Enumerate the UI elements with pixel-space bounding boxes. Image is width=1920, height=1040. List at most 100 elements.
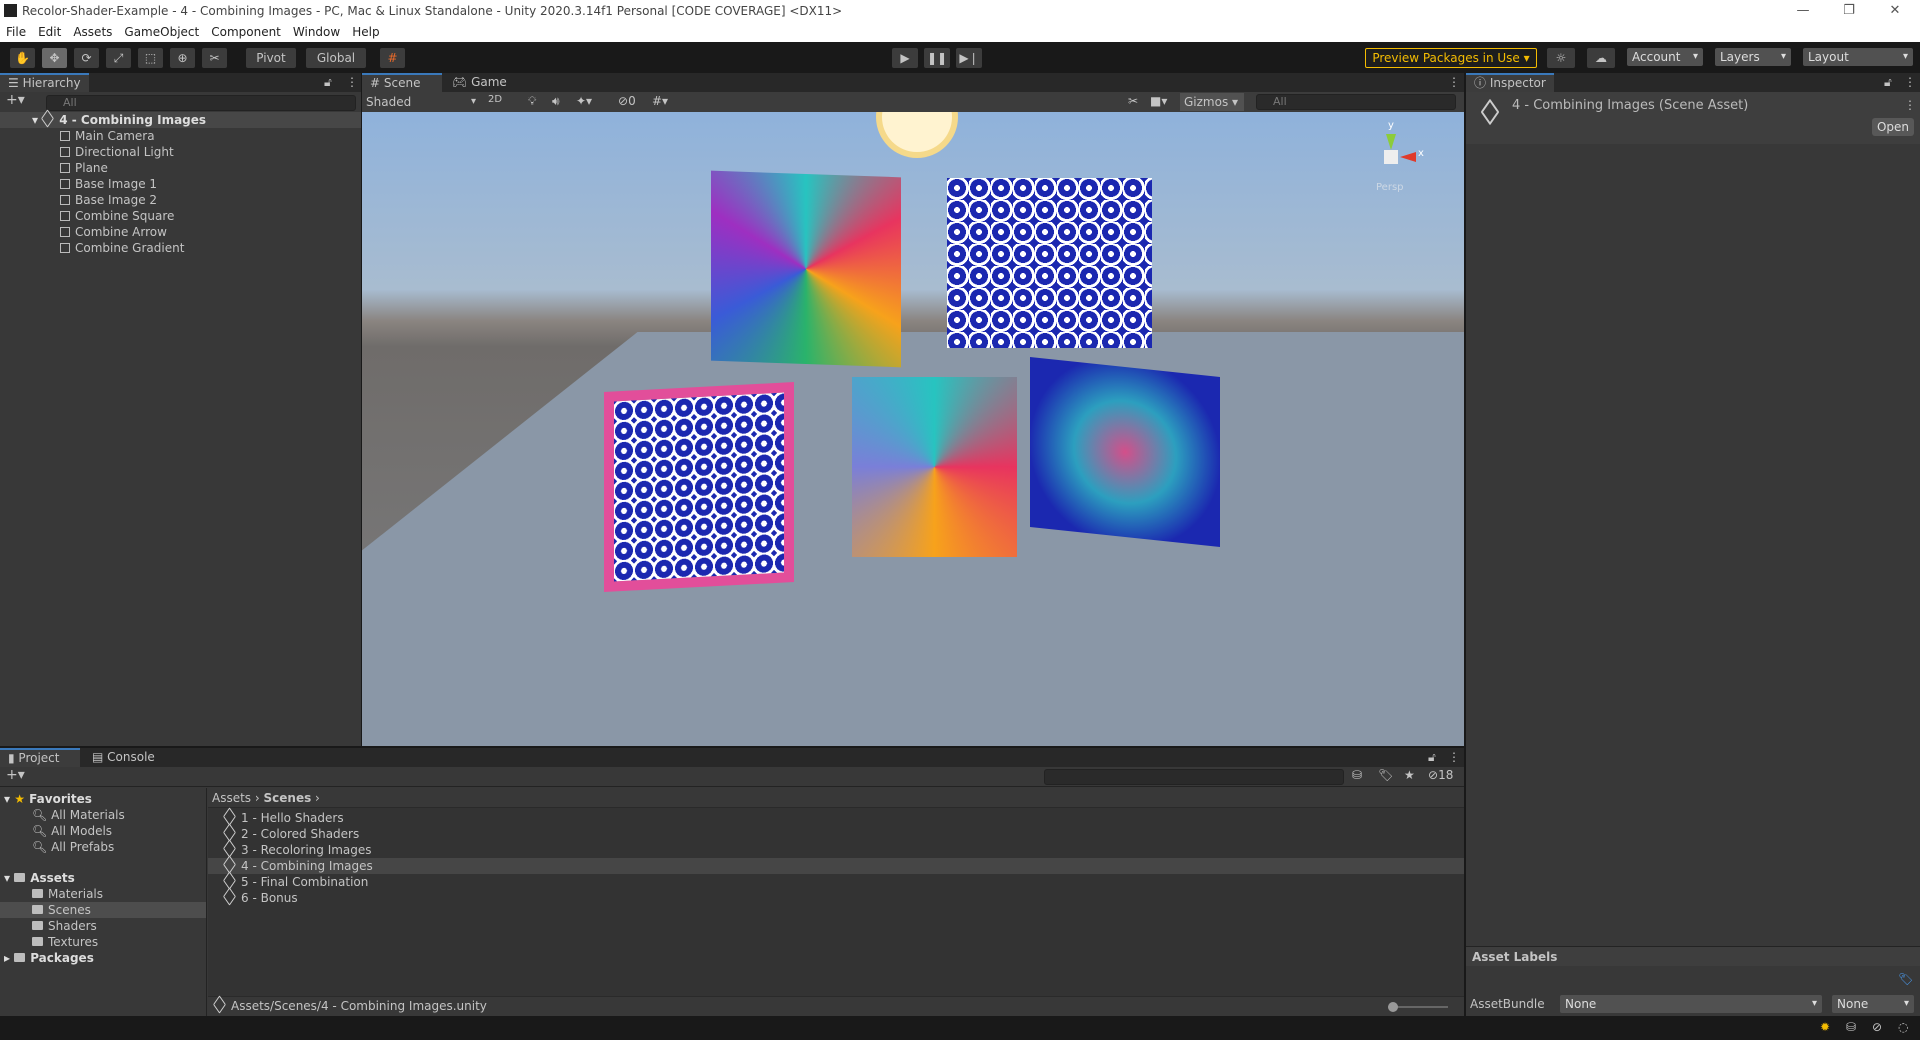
create-button[interactable]: +▾ [6,767,25,783]
assetbundle-variant-dropdown[interactable]: None [1832,995,1914,1013]
filter-type-icon[interactable]: ⛁ [1352,768,1362,782]
more-icon[interactable]: ⋮ [1904,98,1916,112]
center-handle[interactable] [1384,150,1398,164]
account-dropdown[interactable]: Account [1627,48,1703,66]
tab-inspector[interactable]: ⓘ Inspector [1466,73,1554,92]
pause-button[interactable]: ❚❚ [924,48,950,68]
file-item[interactable]: 6 - Bonus [208,887,1464,906]
hierarchy-item[interactable]: Plane [60,160,184,176]
progress-icon[interactable]: ◌ [1898,1020,1908,1034]
favorite-star-icon[interactable]: ★ [1404,768,1415,782]
bake-icon[interactable]: ✹ [1820,1020,1830,1034]
move-tool-icon[interactable]: ✥ [42,48,67,68]
2d-toggle[interactable]: 2D [488,94,502,105]
assetbundle-dropdown[interactable]: None [1560,995,1822,1013]
scene-root-row[interactable]: ▾ 4 - Combining Images [0,109,361,128]
more-icon[interactable]: ⋮ [346,75,358,89]
lock-icon[interactable]: 🔓︎ [1884,75,1892,90]
menu-component[interactable]: Component [211,22,281,42]
scale-tool-icon[interactable]: ⤢ [106,48,131,68]
preview-packages-button[interactable]: Preview Packages in Use ▾ [1365,48,1537,68]
favorite-item[interactable]: 🔍︎ All Models [32,823,112,839]
favorite-item[interactable]: 🔍︎ All Prefabs [32,839,114,855]
lock-icon[interactable]: 🔓︎ [1428,750,1436,765]
packages-folder[interactable]: ▸ Packages [4,950,94,966]
favorites-item[interactable]: ▾ ★ Favorites [4,791,92,807]
favorite-item[interactable]: 🔍︎ All Materials [32,807,125,823]
slider-handle[interactable] [1388,1002,1398,1012]
audio-toggle-icon[interactable]: 🔊︎ [552,94,560,109]
file-item[interactable]: 3 - Recoloring Images [208,839,1464,858]
services-icon[interactable]: ☼ [1547,48,1575,68]
label-tag-icon[interactable]: 🏷︎ [1898,972,1913,986]
folder-item[interactable]: Materials [32,886,103,902]
filter-label-icon[interactable]: 🏷︎ [1378,768,1393,782]
file-item-selected[interactable]: 4 - Combining Images [208,855,1464,874]
tab-game[interactable]: 🎮︎ Game [444,73,515,92]
global-button[interactable]: Global [306,48,366,68]
tab-console[interactable]: ▤ Console [84,748,163,767]
hierarchy-item[interactable]: Combine Gradient [60,240,184,256]
layers-dropdown[interactable]: Layers [1715,48,1791,66]
tab-project[interactable]: ▮ Project [0,748,80,767]
grid-dropdown-icon[interactable]: #▾ [652,94,668,108]
folder-item-selected[interactable]: Scenes [0,902,206,918]
breadcrumb-assets[interactable]: Assets [212,791,251,805]
effects-dropdown-icon[interactable]: ✦▾ [576,94,592,108]
hand-tool-icon[interactable]: ✋ [10,48,35,68]
folder-item[interactable]: Textures [32,934,98,950]
play-button[interactable]: ▶ [892,48,918,68]
debug-icon[interactable]: ⊘ [1872,1020,1882,1034]
file-item[interactable]: 2 - Colored Shaders [208,823,1464,842]
project-search-input[interactable] [1044,769,1344,785]
menu-help[interactable]: Help [352,22,379,42]
cloud-icon[interactable]: ☁ [1587,48,1615,68]
folder-item[interactable]: Shaders [32,918,97,934]
hierarchy-item[interactable]: Base Image 2 [60,192,184,208]
tools-icon[interactable]: ✂ [1128,94,1138,108]
menu-file[interactable]: File [6,22,26,42]
menu-assets[interactable]: Assets [73,22,112,42]
file-item[interactable]: 5 - Final Combination [208,871,1464,890]
transform-tool-icon[interactable]: ⊕ [170,48,195,68]
hidden-packages-toggle[interactable]: ⊘18 [1428,768,1453,782]
menu-gameobject[interactable]: GameObject [124,22,199,42]
orientation-gizmo[interactable]: y x Persp [1364,120,1424,193]
add-button[interactable]: +▾ [6,92,25,108]
pivot-button[interactable]: Pivot [246,48,296,68]
shading-dropdown[interactable]: Shaded ▾ [366,94,480,110]
camera-dropdown-icon[interactable]: ■▾ [1150,94,1167,108]
more-icon[interactable]: ⋮ [1448,750,1460,764]
custom-tool-icon[interactable]: ✂ [202,48,227,68]
assets-folder[interactable]: ▾ Assets [4,870,75,886]
tab-scene[interactable]: # Scene [362,73,442,92]
breadcrumb-scenes[interactable]: Scenes [264,791,312,805]
scene-viewport[interactable]: y x Persp [362,112,1464,746]
more-icon[interactable]: ⋮ [1448,75,1460,89]
gizmos-dropdown[interactable]: Gizmos ▾ [1180,93,1244,111]
rotate-tool-icon[interactable]: ⟳ [74,48,99,68]
close-button[interactable]: ✕ [1872,0,1918,22]
menu-edit[interactable]: Edit [38,22,61,42]
open-button[interactable]: Open [1872,118,1914,136]
menu-window[interactable]: Window [293,22,340,42]
layout-dropdown[interactable]: Layout [1803,48,1913,66]
step-button[interactable]: ▶❘ [956,48,982,68]
y-axis-handle[interactable] [1386,134,1396,150]
hierarchy-item[interactable]: Combine Square [60,208,184,224]
x-axis-handle[interactable] [1400,152,1416,162]
minimize-button[interactable]: — [1780,0,1826,22]
rect-tool-icon[interactable]: ⬚ [138,48,163,68]
file-item[interactable]: 1 - Hello Shaders [208,807,1464,826]
hidden-objects-toggle[interactable]: ⊘0 [618,94,636,108]
icon-size-slider[interactable] [1388,1002,1448,1012]
grid-snap-icon[interactable]: # [380,48,405,68]
hierarchy-item[interactable]: Main Camera [60,128,184,144]
tab-hierarchy[interactable]: ☰ Hierarchy [0,73,89,92]
scene-search-input[interactable]: All [1256,94,1456,110]
hierarchy-search-input[interactable]: All [46,95,356,111]
hierarchy-item[interactable]: Base Image 1 [60,176,184,192]
restore-button[interactable]: ❐ [1826,0,1872,22]
hierarchy-item[interactable]: Directional Light [60,144,184,160]
more-icon[interactable]: ⋮ [1904,75,1916,89]
